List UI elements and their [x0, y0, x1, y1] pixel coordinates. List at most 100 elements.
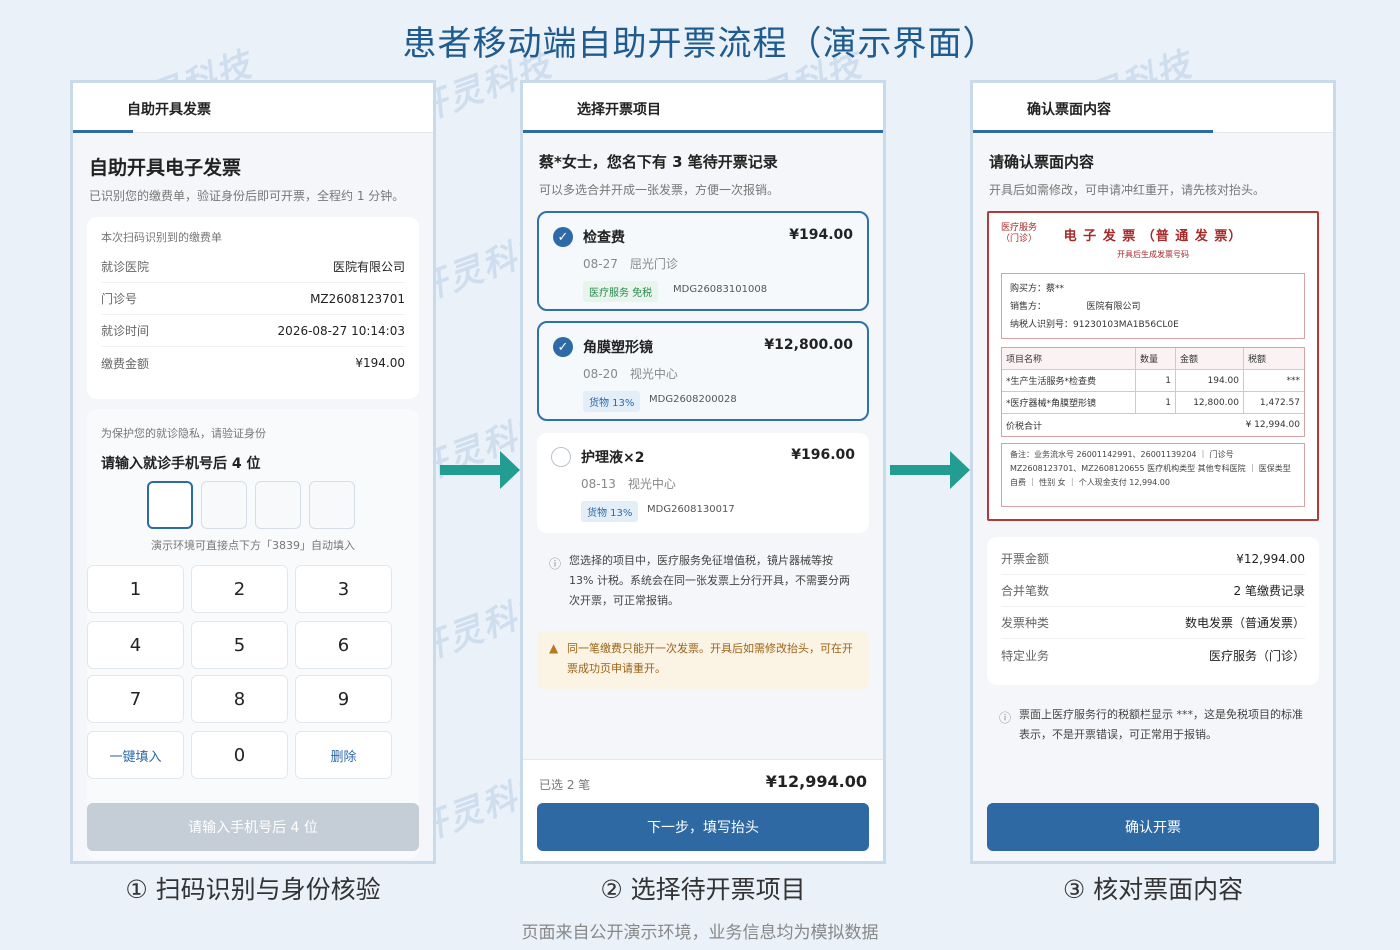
tab-select-items[interactable]: 选择开票项目 [577, 99, 661, 119]
row-value: 2 笔缴费记录 [1233, 584, 1305, 598]
item-name: 检查费 [583, 230, 625, 246]
row-label: 开票金额 [1001, 552, 1050, 566]
tax-tag: 医疗服务 免税 [583, 281, 659, 302]
footer-note: 页面来自公开演示环境，业务信息均为模拟数据 [521, 923, 879, 943]
item-price: ¥12,800.00 [764, 337, 853, 353]
cell: 1 [1136, 370, 1176, 391]
item-name: 角膜塑形镜 [583, 340, 653, 356]
total-value: ¥ 12,994.00 [1245, 420, 1300, 430]
selected-total: ¥12,994.00 [765, 772, 867, 791]
row-label: 就诊医院 [101, 260, 150, 274]
screen-heading: 蔡*女士，您名下有 3 笔待开票记录 [539, 153, 778, 171]
page-title: 患者移动端自助开票流程（演示界面） [402, 24, 998, 64]
invoice-lines: 项目名称 数量 金额 税额 *生产生活服务*检查费 1 194.00 *** *… [1001, 347, 1305, 437]
tab-confirm-invoice[interactable]: 确认票面内容 [1027, 99, 1111, 119]
info-icon: ⓘ [999, 711, 1012, 725]
row-value: 医院有限公司 [332, 260, 405, 274]
keypad-3[interactable]: 3 [295, 565, 392, 613]
keypad-6[interactable]: 6 [295, 621, 392, 669]
verify-title: 请输入就诊手机号后 4 位 [101, 456, 261, 472]
cell: 1 [1136, 392, 1176, 413]
keypad-0[interactable]: 0 [191, 731, 288, 779]
tab-self-invoice[interactable]: 自助开具发票 [127, 99, 211, 119]
warning-text: 同一笔缴费只能开一次发票。开具后如需修改抬头，可在开票成功页申请重开。 [567, 642, 853, 675]
checkbox-checked-icon[interactable]: ✓ [553, 227, 573, 247]
screen-subtitle: 可以多选合并开成一张发票，方便一次报销。 [539, 183, 780, 197]
checkbox-checked-icon[interactable]: ✓ [553, 337, 573, 357]
bill-row: 缴费金额 ¥194.00 [101, 347, 405, 379]
taxpayer-id: 纳税人识别号：91230103MA1B56CL0E [1010, 320, 1179, 330]
bill-row: 就诊时间 2026-08-27 10:14:03 [101, 315, 405, 347]
table-header: 项目名称 数量 金额 税额 [1002, 348, 1304, 370]
verify-hint: 为保护您的就诊隐私，请验证身份 [101, 427, 266, 440]
list-item[interactable]: ✓ 角膜塑形镜 ¥12,800.00 08-20 视光中心 货物 13% MDG… [537, 321, 869, 421]
tab-indicator [73, 130, 133, 133]
col-header: 金额 [1176, 348, 1244, 369]
summary-row: 特定业务 医疗服务（门诊） [1001, 639, 1305, 671]
summary-row: 开票金额 ¥12,994.00 [1001, 543, 1305, 575]
pin-digit-3[interactable] [255, 481, 301, 529]
pin-digit-2[interactable] [201, 481, 247, 529]
next-step-button[interactable]: 下一步，填写抬头 [537, 803, 869, 851]
item-meta: 08-13 视光中心 [581, 477, 676, 491]
col-header: 项目名称 [1002, 348, 1136, 369]
bill-card: 本次扫码识别到的缴费单 就诊医院 医院有限公司 门诊号 MZ2608123701 就… [87, 217, 419, 399]
phone-screen-3: 确认票面内容 请确认票面内容 开具后如需修改，可申请冲红重开，请先核对抬头。 医… [970, 80, 1336, 864]
pin-digit-4[interactable] [309, 481, 355, 529]
screen-subtitle: 已识别您的缴费单，验证身份后即可开票，全程约 1 分钟。 [89, 189, 405, 203]
tab-indicator [523, 130, 883, 133]
table-row: *生产生活服务*检查费 1 194.00 *** [1002, 370, 1304, 392]
delete-button[interactable]: 删除 [295, 731, 392, 779]
keypad-5[interactable]: 5 [191, 621, 288, 669]
invoice-subtitle: 开具后生成发票号码 [1117, 250, 1189, 259]
submit-button[interactable]: 请输入手机号后 4 位 [87, 803, 419, 851]
col-header: 数量 [1136, 348, 1176, 369]
row-label: 缴费金额 [101, 356, 150, 371]
cell: *医疗器械*角膜塑形镜 [1002, 392, 1136, 413]
keypad-4[interactable]: 4 [87, 621, 184, 669]
cell: 194.00 [1176, 370, 1244, 391]
step-caption-2: ② 选择待开票项目 [600, 875, 806, 904]
pin-inputs [143, 481, 359, 533]
item-code: MDG2608200028 [649, 394, 737, 405]
checkbox-unchecked-icon[interactable]: ✓ [551, 447, 571, 467]
cell: 1,472.57 [1259, 397, 1300, 408]
row-value: ¥194.00 [355, 356, 405, 370]
row-label: 合并笔数 [1001, 584, 1050, 598]
keypad-1[interactable]: 1 [87, 565, 184, 613]
warning-icon: ▲ [549, 641, 559, 655]
list-item[interactable]: ✓ 检查费 ¥194.00 08-27 屈光门诊 医疗服务 免税 MDG2608… [537, 211, 869, 311]
list-item[interactable]: ✓ 护理液×2 ¥196.00 08-13 视光中心 货物 13% MDG260… [537, 433, 869, 533]
invoice-preview: 医疗服务 （门诊） 电 子 发 票 （普 通 发 票） 开具后生成发票号码 购买… [987, 211, 1319, 521]
tab-indicator [973, 130, 1213, 133]
row-label: 门诊号 [101, 292, 138, 306]
pin-digit-1[interactable] [147, 481, 193, 529]
keypad-7[interactable]: 7 [87, 675, 184, 723]
keypad-9[interactable]: 9 [295, 675, 392, 723]
bill-card-title: 本次扫码识别到的缴费单 [101, 231, 222, 244]
row-label: 发票种类 [1001, 616, 1050, 630]
total-label: 价税合计 [1006, 421, 1043, 432]
table-row: *医疗器械*角膜塑形镜 1 12,800.00 1,472.57 [1002, 392, 1304, 414]
invoice-parties: 购买方：蔡** 销售方： 医院有限公司 纳税人识别号：91230103MA1B5… [1001, 273, 1305, 339]
screen-header: 选择开票项目 [523, 83, 883, 133]
total-row: 价税合计 ¥ 12,994.00 [1002, 414, 1304, 436]
verify-card: 为保护您的就诊隐私，请验证身份 请输入就诊手机号后 4 位 演示环境可直接点下方… [87, 409, 419, 859]
item-code: MDG2608130017 [647, 504, 735, 515]
tax-info-note: 您选择的项目中，医疗服务免征增值税，镜片器械等按 13% 计税。系统会在同一张发… [569, 554, 850, 607]
col-header: 税额 [1248, 355, 1267, 365]
autofill-button[interactable]: 一键填入 [87, 731, 184, 779]
item-meta: 08-20 视光中心 [583, 367, 678, 381]
invoice-title: 电 子 发 票 （普 通 发 票） [1063, 229, 1243, 244]
row-value: 2026-08-27 10:14:03 [277, 323, 405, 338]
selected-count: 已选 2 笔 [539, 778, 591, 792]
keypad-2[interactable]: 2 [191, 565, 288, 613]
item-name: 护理液×2 [581, 450, 645, 466]
tax-tag: 货物 13% [581, 501, 639, 522]
confirm-invoice-button[interactable]: 确认开票 [987, 803, 1319, 851]
row-value: MZ2608123701 [310, 291, 405, 306]
row-value: 医疗服务（门诊） [1208, 648, 1305, 663]
screen-subtitle: 开具后如需修改，可申请冲红重开，请先核对抬头。 [989, 183, 1266, 197]
keypad-8[interactable]: 8 [191, 675, 288, 723]
screen-header: 自助开具发票 [73, 83, 433, 133]
